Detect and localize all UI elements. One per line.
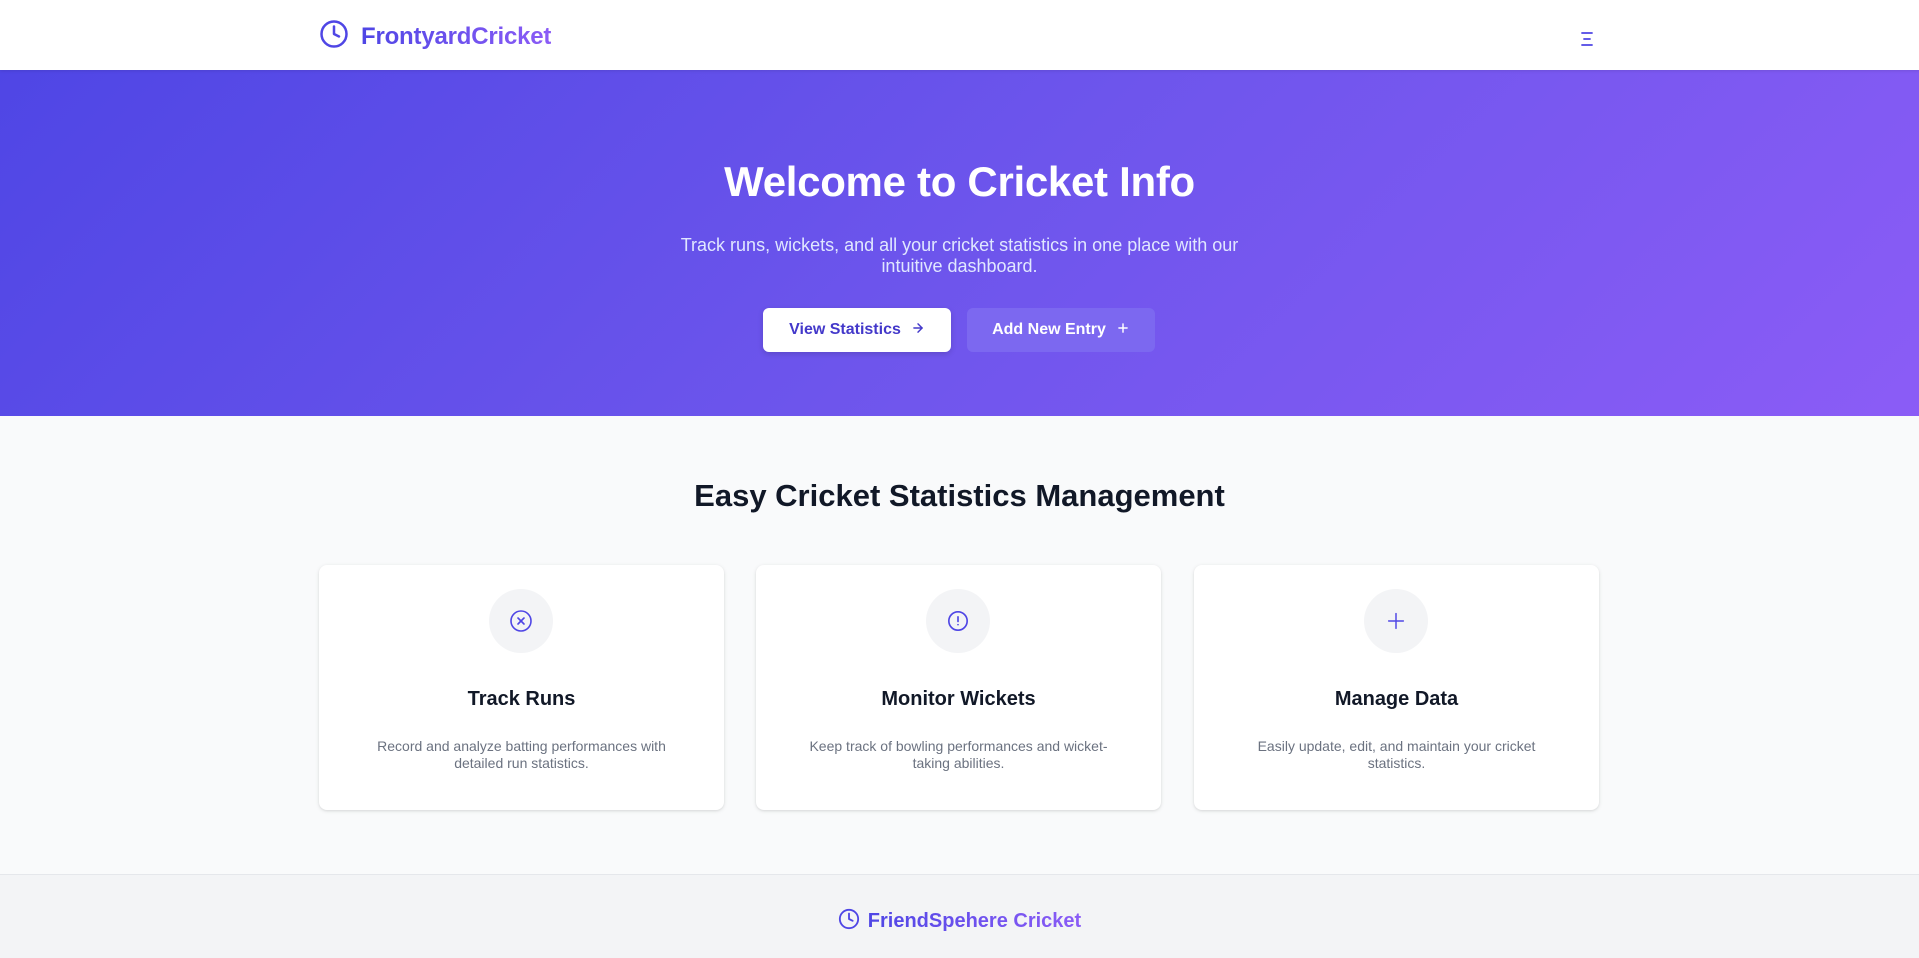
- card-title: Monitor Wickets: [881, 688, 1036, 710]
- card-title: Manage Data: [1334, 688, 1459, 710]
- view-statistics-label: View Statistics: [789, 321, 901, 338]
- add-new-entry-button[interactable]: Add New Entry: [967, 308, 1155, 352]
- features-title: Easy Cricket Statistics Management: [694, 478, 1225, 513]
- feature-card-monitor-wickets: Monitor Wickets Keep track of bowling pe…: [756, 565, 1161, 810]
- plus-icon: [1364, 589, 1428, 653]
- hero-title: Welcome to Cricket Info: [724, 158, 1195, 205]
- clock-icon: [838, 908, 860, 935]
- feature-card-manage-data: Manage Data Easily update, edit, and mai…: [1194, 565, 1599, 810]
- feature-card-track-runs: Track Runs Record and analyze batting pe…: [319, 565, 724, 810]
- arrow-right-icon: [911, 321, 925, 340]
- hero-section: Welcome to Cricket Info Track runs, wick…: [0, 70, 1919, 416]
- hamburger-menu-icon: [1580, 30, 1594, 51]
- brand-logo-link[interactable]: FrontyardCricket: [319, 19, 551, 54]
- footer-brand: FriendSpehere Cricket: [0, 908, 1919, 935]
- top-navbar: FrontyardCricket: [0, 0, 1919, 70]
- footer-brand-name: FriendSpehere Cricket: [867, 910, 1082, 932]
- view-statistics-button[interactable]: View Statistics: [763, 308, 951, 352]
- card-description: Record and analyze batting performances …: [377, 738, 666, 771]
- brand-name: FrontyardCricket: [361, 22, 552, 50]
- circle-x-icon: [489, 589, 553, 653]
- plus-icon: [1116, 321, 1130, 340]
- add-new-entry-label: Add New Entry: [992, 321, 1106, 338]
- card-title: Track Runs: [467, 688, 576, 710]
- card-description: Keep track of bowling performances and w…: [809, 738, 1108, 771]
- hero-subtitle: Track runs, wickets, and all your cricke…: [680, 235, 1239, 276]
- footer: FriendSpehere Cricket: [0, 874, 1919, 958]
- card-description: Easily update, edit, and maintain your c…: [1257, 738, 1536, 771]
- clock-icon: [319, 19, 349, 54]
- hamburger-menu-button[interactable]: [1576, 30, 1598, 50]
- alert-circle-icon: [926, 589, 990, 653]
